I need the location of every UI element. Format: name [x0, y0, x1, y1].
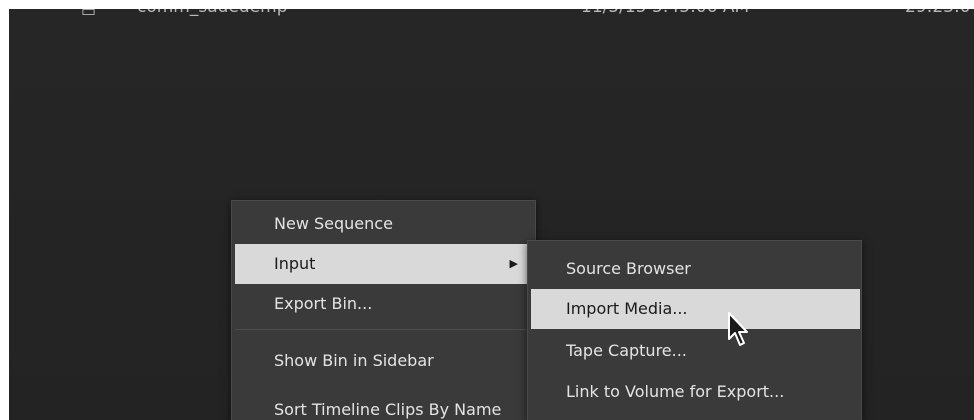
menu-separator: [235, 329, 532, 330]
submenu-item-link-to-volume[interactable]: Link to Volume for Export...: [531, 372, 860, 412]
menu-item-show-bin-in-sidebar[interactable]: Show Bin in Sidebar: [235, 341, 532, 381]
mouse-pointer-icon: [728, 312, 748, 346]
menu-item-label: Source Browser: [566, 259, 691, 278]
clip-date: 11/5/15 5:45:06 AM: [581, 9, 749, 17]
menu-item-label: Import Media...: [566, 299, 688, 318]
menu-item-label: Input: [274, 254, 316, 273]
menu-item-label: Sort Timeline Clips By Name: [274, 400, 502, 419]
menu-item-label: Show Bin in Sidebar: [274, 351, 434, 370]
clip-icon: ▭: [81, 9, 97, 20]
submenu-item-source-browser[interactable]: Source Browser: [531, 249, 860, 289]
menu-item-input[interactable]: Input ▶: [235, 244, 532, 284]
menu-item-label: Export Bin...: [274, 294, 373, 313]
input-submenu: Source Browser Import Media... Tape Capt…: [527, 240, 862, 420]
menu-item-sort-timeline-clips[interactable]: Sort Timeline Clips By Name: [235, 390, 532, 420]
submenu-item-tape-capture[interactable]: Tape Capture...: [531, 331, 860, 371]
clip-duration: 29:23:0: [905, 9, 971, 17]
menu-item-label: Link to Volume for Export...: [566, 382, 785, 401]
menu-item-label: New Sequence: [274, 214, 393, 233]
submenu-arrow-icon: ▶: [509, 257, 518, 270]
menu-item-label: Tape Capture...: [566, 341, 687, 360]
menu-item-export-bin[interactable]: Export Bin...: [235, 284, 532, 324]
submenu-item-import-media[interactable]: Import Media...: [531, 289, 860, 329]
bin-clip-row[interactable]: ▭ comm_sadedemp 11/5/15 5:45:06 AM 29:23…: [9, 9, 974, 20]
clip-name: comm_sadedemp: [137, 9, 288, 17]
avid-bin-window: ▭ comm_sadedemp 11/5/15 5:45:06 AM 29:23…: [9, 9, 974, 420]
menu-item-new-sequence[interactable]: New Sequence: [235, 204, 532, 244]
bin-context-menu: New Sequence Input ▶ Export Bin... Show …: [231, 200, 536, 420]
